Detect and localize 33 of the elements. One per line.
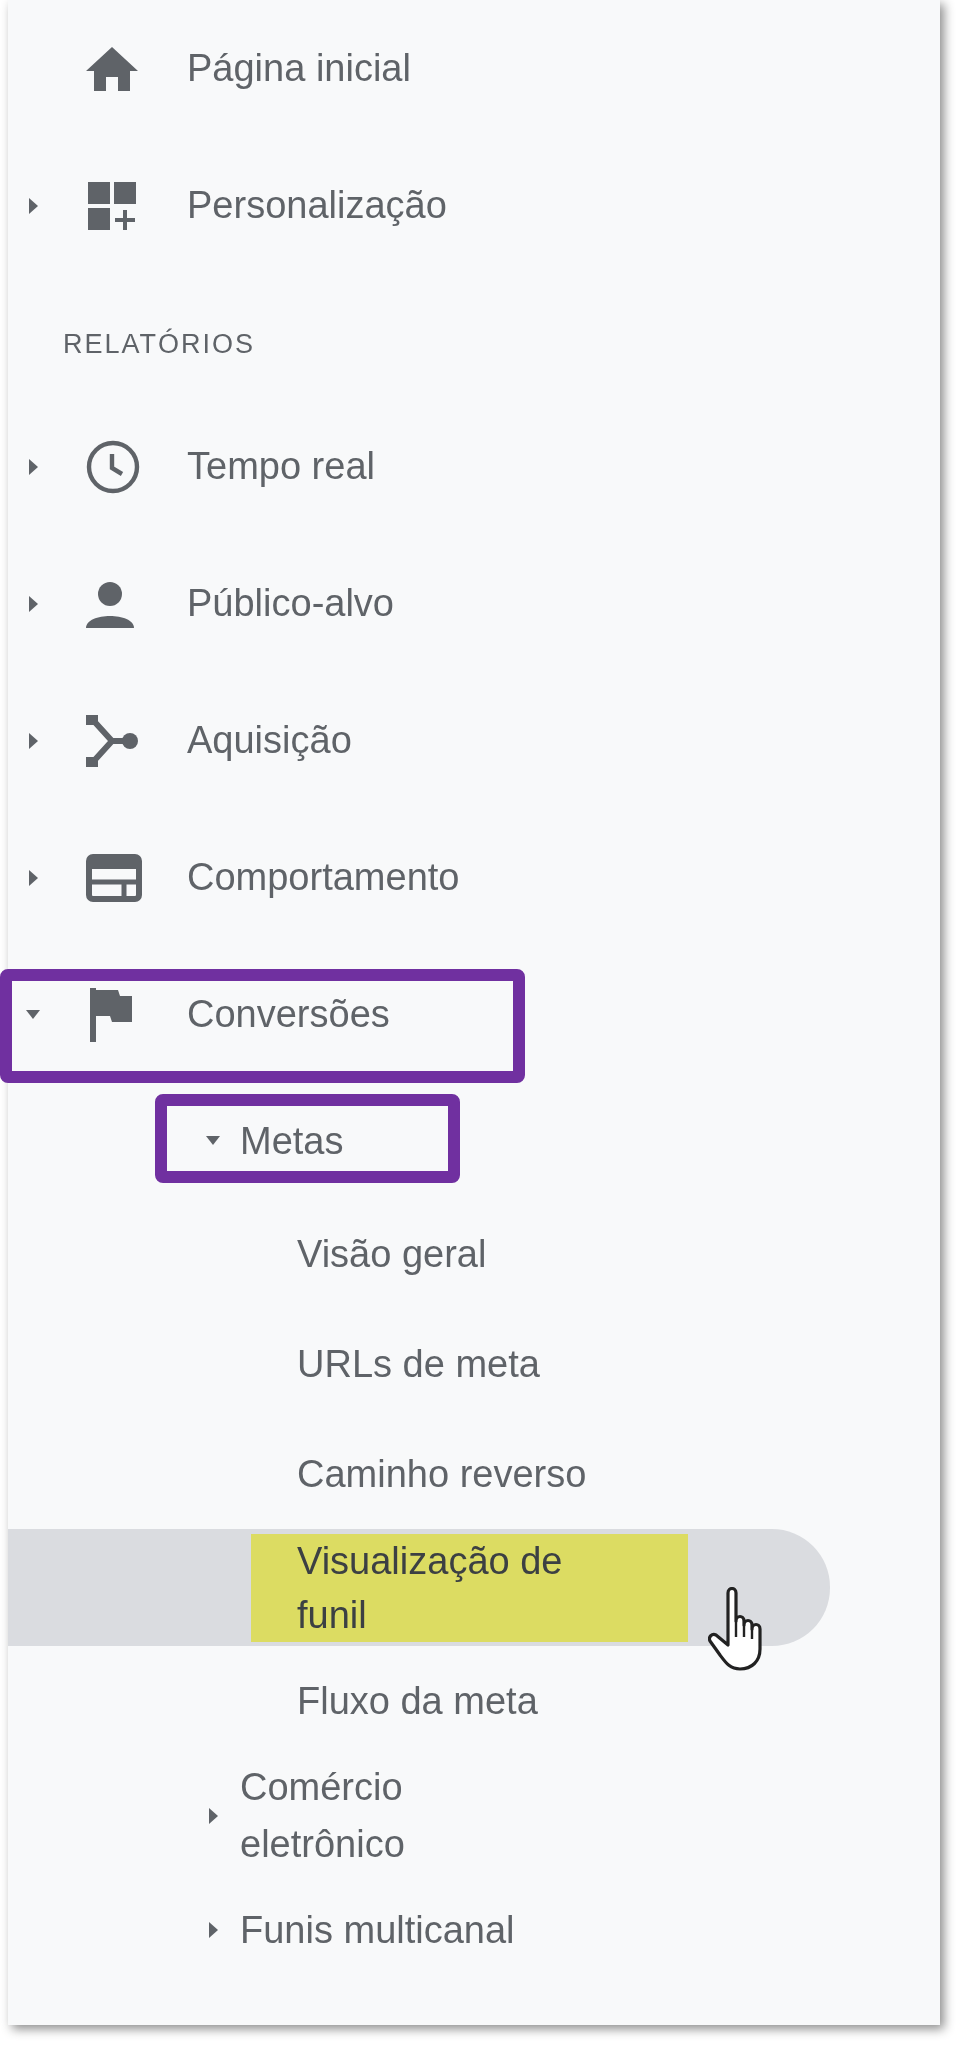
- nav-item[interactable]: Público-alvo: [8, 535, 940, 672]
- caret-icon[interactable]: [26, 732, 40, 749]
- caret-icon[interactable]: [26, 197, 40, 214]
- nav-item[interactable]: Funis multicanal: [8, 1875, 940, 1985]
- branch-icon: [86, 714, 140, 767]
- caret-icon[interactable]: [26, 869, 40, 886]
- nav-item-label: Fluxo da meta: [297, 1679, 538, 1724]
- person-icon: [86, 579, 134, 628]
- home-icon: [86, 44, 138, 93]
- clock-icon: [86, 439, 140, 494]
- grid-plus-icon: [86, 179, 138, 232]
- caret-icon[interactable]: [26, 458, 40, 475]
- nav-item[interactable]: Página inicial: [8, 0, 940, 137]
- nav-item[interactable]: Comércio eletrônico: [8, 1756, 940, 1875]
- nav-item-label: URLs de meta: [297, 1342, 540, 1387]
- nav-item[interactable]: Comportamento: [8, 809, 940, 946]
- nav-item[interactable]: Caminho reverso: [8, 1419, 940, 1529]
- nav-item[interactable]: Aquisição: [8, 672, 940, 809]
- nav-item-label: Visão geral: [297, 1232, 487, 1277]
- nav-item[interactable]: Metas: [8, 1083, 940, 1199]
- nav-item[interactable]: URLs de meta: [8, 1309, 940, 1419]
- window-icon: [86, 853, 142, 902]
- nav-item[interactable]: Visão geral: [8, 1199, 940, 1309]
- section-heading: RELATÓRIOS: [62, 327, 257, 361]
- caret-icon[interactable]: [206, 1807, 220, 1824]
- nav-item-label: Visualização de funil: [251, 1533, 688, 1642]
- nav-item-label: Caminho reverso: [297, 1452, 587, 1497]
- nav-item[interactable]: Fluxo da meta: [8, 1646, 940, 1756]
- nav-item[interactable]: Personalização: [8, 137, 940, 274]
- caret-icon[interactable]: [206, 1922, 220, 1938]
- nav-item[interactable]: Conversões: [8, 946, 940, 1083]
- nav-item[interactable]: Tempo real: [8, 398, 940, 535]
- caret-icon[interactable]: [26, 595, 40, 612]
